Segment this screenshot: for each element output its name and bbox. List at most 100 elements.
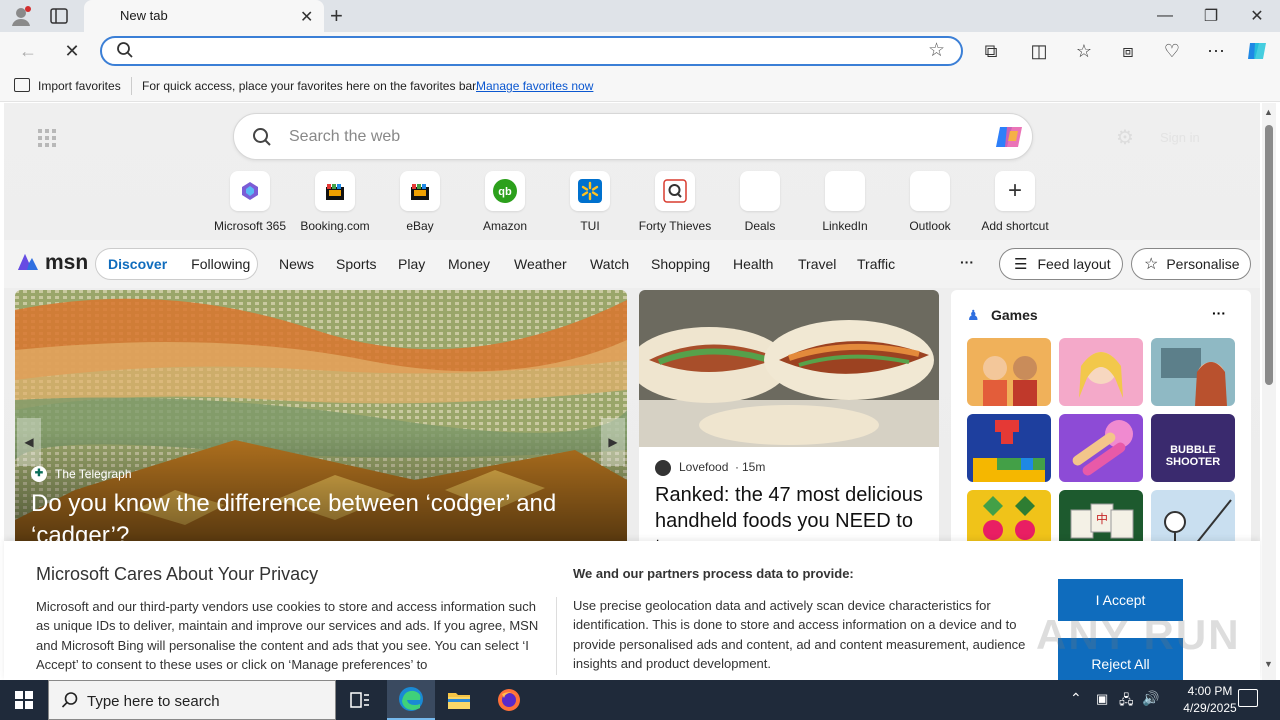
shortcut-microsoft-365[interactable]: Microsoft 365 <box>208 171 292 233</box>
msn-header: msn Discover Following News Sports Play … <box>4 240 1260 288</box>
task-view-icon[interactable] <box>336 680 384 720</box>
game-tile-5[interactable] <box>1059 414 1143 482</box>
shortcut-forty-thieves[interactable]: Forty Thieves <box>633 171 717 233</box>
nav-watch[interactable]: Watch <box>590 256 629 272</box>
nav-traffic[interactable]: Traffic <box>857 256 895 272</box>
game-tile-2[interactable] <box>1059 338 1143 406</box>
forty-thieves-icon <box>655 171 695 211</box>
nav-health[interactable]: Health <box>733 256 773 272</box>
collections-icon[interactable]: ⧈ <box>1112 35 1144 67</box>
close-window-icon[interactable]: ✕ <box>1234 0 1280 32</box>
favorites-bar: Import favorites For quick access, place… <box>0 70 1280 102</box>
clock-date[interactable]: 4/29/2025 <box>1172 701 1248 715</box>
split-screen-icon[interactable]: ◫ <box>1023 35 1055 67</box>
scroll-down-icon[interactable]: ▼ <box>1264 659 1273 669</box>
games-more-icon[interactable]: ··· <box>1212 305 1226 321</box>
tab-discover[interactable]: Discover <box>108 256 167 272</box>
privacy-banner: Microsoft Cares About Your Privacy Micro… <box>4 541 1260 680</box>
page-scrollbar[interactable]: ▲ ▼ <box>1262 103 1276 680</box>
privacy-divider <box>556 597 557 675</box>
close-tab-icon[interactable]: ✕ <box>300 7 313 27</box>
back-icon[interactable]: ← <box>12 35 44 67</box>
hero-card[interactable]: ◀ ▶ ✚ The Telegraph Do you know the diff… <box>15 290 627 550</box>
volume-icon[interactable]: 🔊 <box>1142 690 1159 707</box>
network-icon[interactable]: 🖧 <box>1119 691 1134 713</box>
copilot-icon[interactable] <box>1245 39 1269 63</box>
web-search-box[interactable]: Search the web <box>233 113 1033 160</box>
scroll-up-icon[interactable]: ▲ <box>1264 107 1273 117</box>
games-widget: ♟ Games ··· BUBBLE SHOOTER 中 <box>951 290 1251 558</box>
tray-chevron-icon[interactable]: ⌃ <box>1070 690 1082 707</box>
favorites-divider <box>131 77 132 95</box>
games-title[interactable]: Games <box>991 307 1038 323</box>
shortcut-linkedin[interactable]: LinkedIn <box>803 171 887 233</box>
extensions-icon[interactable]: ⧉ <box>975 35 1007 67</box>
nav-news[interactable]: News <box>279 256 314 272</box>
copilot-icon[interactable] <box>994 123 1024 151</box>
msn-logo-icon[interactable] <box>16 250 40 274</box>
nav-play[interactable]: Play <box>398 256 425 272</box>
nav-travel[interactable]: Travel <box>798 256 836 272</box>
clock-time[interactable]: 4:00 PM <box>1172 684 1248 698</box>
favorite-star-icon[interactable]: ☆ <box>928 39 945 62</box>
carousel-prev-icon[interactable]: ◀ <box>17 418 41 466</box>
scroll-thumb[interactable] <box>1265 125 1273 385</box>
feed-layout-label: Feed layout <box>1037 256 1111 272</box>
taskbar-search-box[interactable]: Type here to search <box>48 680 336 720</box>
nav-sports[interactable]: Sports <box>336 256 376 272</box>
feed-layout-button[interactable]: ☰ Feed layout <box>999 248 1123 280</box>
personalise-button[interactable]: ☆ Personalise <box>1131 248 1251 280</box>
stop-loading-icon[interactable]: ✕ <box>56 35 88 67</box>
firefox-icon[interactable] <box>485 680 533 720</box>
tab-new-tab[interactable]: New tab ✕ <box>84 0 324 32</box>
nav-shopping[interactable]: Shopping <box>651 256 710 272</box>
search-icon <box>116 41 134 64</box>
settings-gear-icon[interactable]: ⚙ <box>1116 125 1134 150</box>
address-bar[interactable]: ☆ <box>100 36 963 66</box>
nav-weather[interactable]: Weather <box>514 256 567 272</box>
shortcut-outlook[interactable]: Outlook <box>888 171 972 233</box>
food-image <box>639 290 939 447</box>
tray-device-icon[interactable]: ▣ <box>1096 691 1108 707</box>
edge-taskbar-icon[interactable] <box>387 680 435 720</box>
apps-launcher-icon[interactable] <box>38 129 56 147</box>
minimize-icon[interactable]: — <box>1142 0 1188 32</box>
shortcut-ebay[interactable]: eBay <box>378 171 462 233</box>
shortcut-deals[interactable]: Deals <box>718 171 802 233</box>
game-tile-4[interactable] <box>967 414 1051 482</box>
shortcut-tui[interactable]: TUI <box>548 171 632 233</box>
games-icon: ♟ <box>967 307 980 323</box>
msn-brand[interactable]: msn <box>45 251 88 275</box>
game-tile-3[interactable] <box>1151 338 1235 406</box>
new-tab-plus-icon[interactable]: + <box>330 3 343 29</box>
carousel-next-icon[interactable]: ▶ <box>601 418 625 466</box>
tab-following[interactable]: Following <box>191 256 250 272</box>
manage-favorites-link[interactable]: Manage favorites now <box>476 79 593 93</box>
tab-title: New tab <box>120 8 168 23</box>
shortcut-booking[interactable]: Booking.com <box>293 171 377 233</box>
browser-essentials-icon[interactable]: ♡ <box>1156 35 1188 67</box>
notifications-icon[interactable] <box>1238 689 1258 707</box>
game-tile-1[interactable] <box>967 338 1051 406</box>
privacy-subtitle: We and our partners process data to prov… <box>573 566 854 581</box>
news-card[interactable]: Lovefood · 15m Ranked: the 47 most delic… <box>639 290 939 550</box>
nav-money[interactable]: Money <box>448 256 490 272</box>
sign-in-button[interactable]: Sign in <box>1160 130 1200 145</box>
card-headline[interactable]: Ranked: the 47 most delicious handheld f… <box>655 482 925 550</box>
nav-more-icon[interactable]: ··· <box>960 254 974 270</box>
profile-icon[interactable] <box>10 5 32 27</box>
settings-more-icon[interactable]: ⋯ <box>1200 35 1232 67</box>
import-favorites-button[interactable]: Import favorites <box>38 79 121 93</box>
search-input[interactable]: Search the web <box>289 128 400 146</box>
game-tile-6[interactable]: BUBBLE SHOOTER <box>1151 414 1235 482</box>
favorites-icon[interactable]: ☆ <box>1068 35 1100 67</box>
shortcut-amazon[interactable]: qb Amazon <box>463 171 547 233</box>
card-time: 15m <box>742 460 766 474</box>
tab-actions-icon[interactable] <box>50 8 68 24</box>
taskbar-search-input[interactable]: Type here to search <box>87 693 220 710</box>
import-favorites-icon[interactable] <box>14 78 30 92</box>
windows-start-icon[interactable] <box>0 680 48 720</box>
restore-icon[interactable]: ❐ <box>1188 0 1234 32</box>
add-shortcut-button[interactable]: + Add shortcut <box>973 171 1057 233</box>
file-explorer-icon[interactable] <box>435 680 483 720</box>
